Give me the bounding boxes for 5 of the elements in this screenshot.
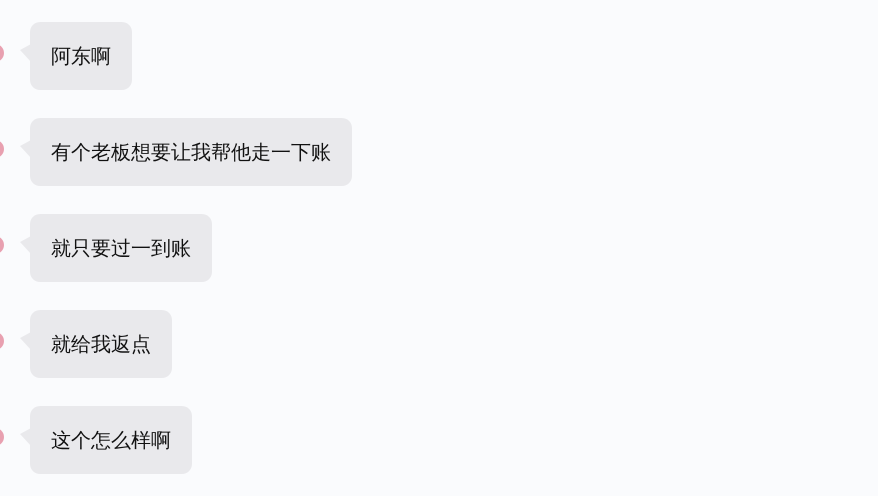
message-bubble: 阿东啊 <box>30 22 132 90</box>
message-bubble: 就只要过一到账 <box>30 214 212 282</box>
message-bubble: 就给我返点 <box>30 310 172 378</box>
message-bubble: 这个怎么样啊 <box>30 406 192 474</box>
message-bubble: 有个老板想要让我帮他走一下账 <box>30 118 352 186</box>
